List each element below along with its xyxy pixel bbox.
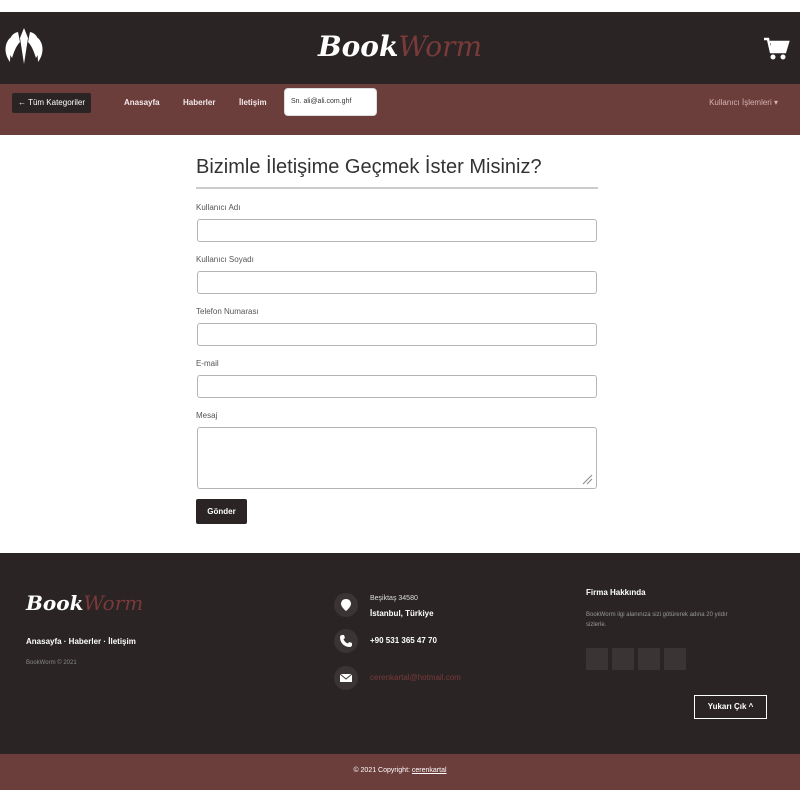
submit-button[interactable]: Gönder bbox=[196, 499, 247, 524]
first-name-label: Kullanıcı Adı bbox=[196, 203, 241, 212]
page-title: Bizimle İletişime Geçmek İster Misiniz? bbox=[196, 156, 542, 178]
address-line1: Beşiktaş 34580 bbox=[370, 595, 418, 602]
copyright-link[interactable]: cerenkartal bbox=[412, 767, 447, 774]
social-linkedin-icon[interactable] bbox=[664, 648, 686, 670]
message-label: Mesaj bbox=[196, 411, 218, 420]
footer-links[interactable]: Anasayfa · Haberler · İletişim bbox=[26, 637, 136, 646]
email-input[interactable] bbox=[197, 375, 597, 398]
phone-input[interactable] bbox=[197, 323, 597, 346]
about-text: BookWorm ilgi alanınıza sizi götürerek a… bbox=[586, 612, 728, 628]
map-marker-icon bbox=[334, 593, 358, 617]
phone-number[interactable]: +90 531 365 47 70 bbox=[370, 636, 437, 645]
copyright-text: © 2021 Copyright: cerenkartal bbox=[0, 767, 800, 774]
email-link[interactable]: cerenkartal@hotmail.com bbox=[370, 673, 461, 682]
page: BookWorm ← Tüm Kategoriler Anasayfa Habe… bbox=[0, 0, 800, 800]
message-textarea[interactable] bbox=[197, 427, 597, 489]
brand-logo[interactable]: BookWorm bbox=[0, 30, 800, 63]
last-name-label: Kullanıcı Soyadı bbox=[196, 255, 254, 264]
brand-part2: Worm bbox=[398, 30, 483, 63]
social-twitter-icon[interactable] bbox=[612, 648, 634, 670]
footer-brand-logo[interactable]: BookWorm bbox=[26, 591, 143, 615]
resize-handle-icon[interactable] bbox=[581, 473, 593, 485]
nav-link-contact[interactable]: İletişim bbox=[239, 98, 267, 107]
nav-link-home[interactable]: Anasayfa bbox=[124, 98, 160, 107]
all-categories-button[interactable]: ← Tüm Kategoriler bbox=[12, 93, 91, 113]
footer-brand-part2: Worm bbox=[83, 591, 144, 615]
phone-label: Telefon Numarası bbox=[196, 307, 259, 316]
search-input[interactable]: Sn. ali@ali.com.ghf bbox=[284, 88, 377, 116]
copyright-prefix: © 2021 Copyright: bbox=[353, 767, 412, 774]
nav-bar: ← Tüm Kategoriler Anasayfa Haberler İlet… bbox=[0, 84, 800, 135]
address-line2: İstanbul, Türkiye bbox=[370, 609, 434, 618]
copyright-bar: © 2021 Copyright: cerenkartal bbox=[0, 754, 800, 790]
scroll-up-button[interactable]: Yukarı Çık ^ bbox=[694, 695, 767, 719]
first-name-input[interactable] bbox=[197, 219, 597, 242]
about-title: Firma Hakkında bbox=[586, 588, 646, 597]
top-header: BookWorm bbox=[0, 12, 800, 84]
footer-brand-part1: Book bbox=[26, 591, 84, 615]
cart-icon[interactable] bbox=[762, 34, 790, 62]
nav-link-news[interactable]: Haberler bbox=[183, 98, 215, 107]
brand-part1: Book bbox=[317, 30, 399, 63]
footer: BookWorm Anasayfa · Haberler · İletişim … bbox=[0, 553, 800, 754]
phone-icon bbox=[334, 629, 358, 653]
email-label: E-mail bbox=[196, 359, 219, 368]
social-facebook-icon[interactable] bbox=[586, 648, 608, 670]
envelope-icon bbox=[334, 666, 358, 690]
social-instagram-icon[interactable] bbox=[638, 648, 660, 670]
user-menu-dropdown[interactable]: Kullanıcı İşlemleri ▾ bbox=[709, 98, 778, 107]
title-divider bbox=[196, 187, 598, 189]
footer-small-copyright: BookWorm © 2021 bbox=[26, 660, 77, 666]
last-name-input[interactable] bbox=[197, 271, 597, 294]
